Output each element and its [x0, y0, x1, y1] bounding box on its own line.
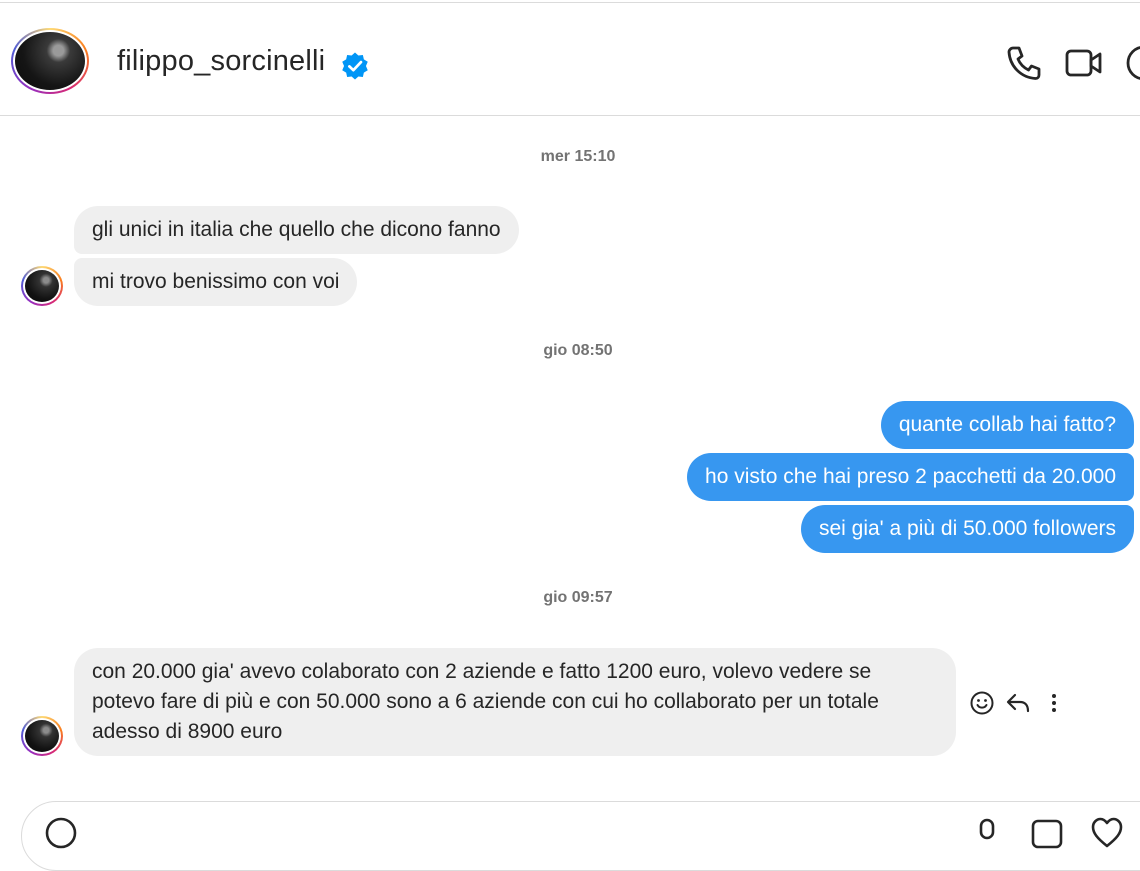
incoming-message[interactable]: con 20.000 gia' avevo colaborato con 2 a…: [74, 648, 956, 756]
incoming-message[interactable]: gli unici in italia che quello che dicon…: [74, 206, 519, 254]
emoji-react-icon[interactable]: [969, 690, 995, 716]
emoji-icon[interactable]: [44, 816, 78, 850]
more-options-icon[interactable]: [1041, 690, 1067, 716]
message-line: con 20.000 gia' avevo colaborato con 2 a…: [92, 660, 872, 683]
info-icon[interactable]: [1124, 43, 1140, 83]
sender-avatar[interactable]: [21, 266, 63, 306]
outgoing-message[interactable]: quante collab hai fatto?: [880, 401, 1134, 449]
chat-header: filippo_sorcinelli: [0, 3, 1140, 116]
timestamp: gio 09:57: [543, 589, 613, 606]
timestamp: gio 08:50: [543, 342, 613, 359]
microphone-icon[interactable]: [970, 816, 1004, 850]
username[interactable]: filippo_sorcinelli: [117, 45, 325, 78]
image-icon[interactable]: [1030, 816, 1064, 850]
incoming-message[interactable]: mi trovo benissimo con voi: [74, 258, 358, 306]
phone-icon[interactable]: [1004, 43, 1044, 83]
profile-avatar[interactable]: [11, 28, 89, 94]
video-camera-icon[interactable]: [1064, 43, 1104, 83]
reply-icon[interactable]: [1005, 690, 1031, 716]
timestamp: mer 15:10: [540, 148, 616, 165]
outgoing-message[interactable]: ho visto che hai preso 2 pacchetti da 20…: [687, 453, 1134, 501]
verified-badge-icon: [342, 52, 368, 80]
message-line: potevo fare di più e con 50.000 sono a 6…: [92, 690, 879, 713]
heart-icon[interactable]: [1090, 816, 1124, 850]
sender-avatar[interactable]: [21, 716, 63, 756]
message-input[interactable]: [94, 816, 898, 848]
outgoing-message[interactable]: sei gia' a più di 50.000 followers: [800, 505, 1134, 553]
message-composer: [21, 801, 1140, 871]
message-line: adesso di 8900 euro: [92, 720, 283, 743]
